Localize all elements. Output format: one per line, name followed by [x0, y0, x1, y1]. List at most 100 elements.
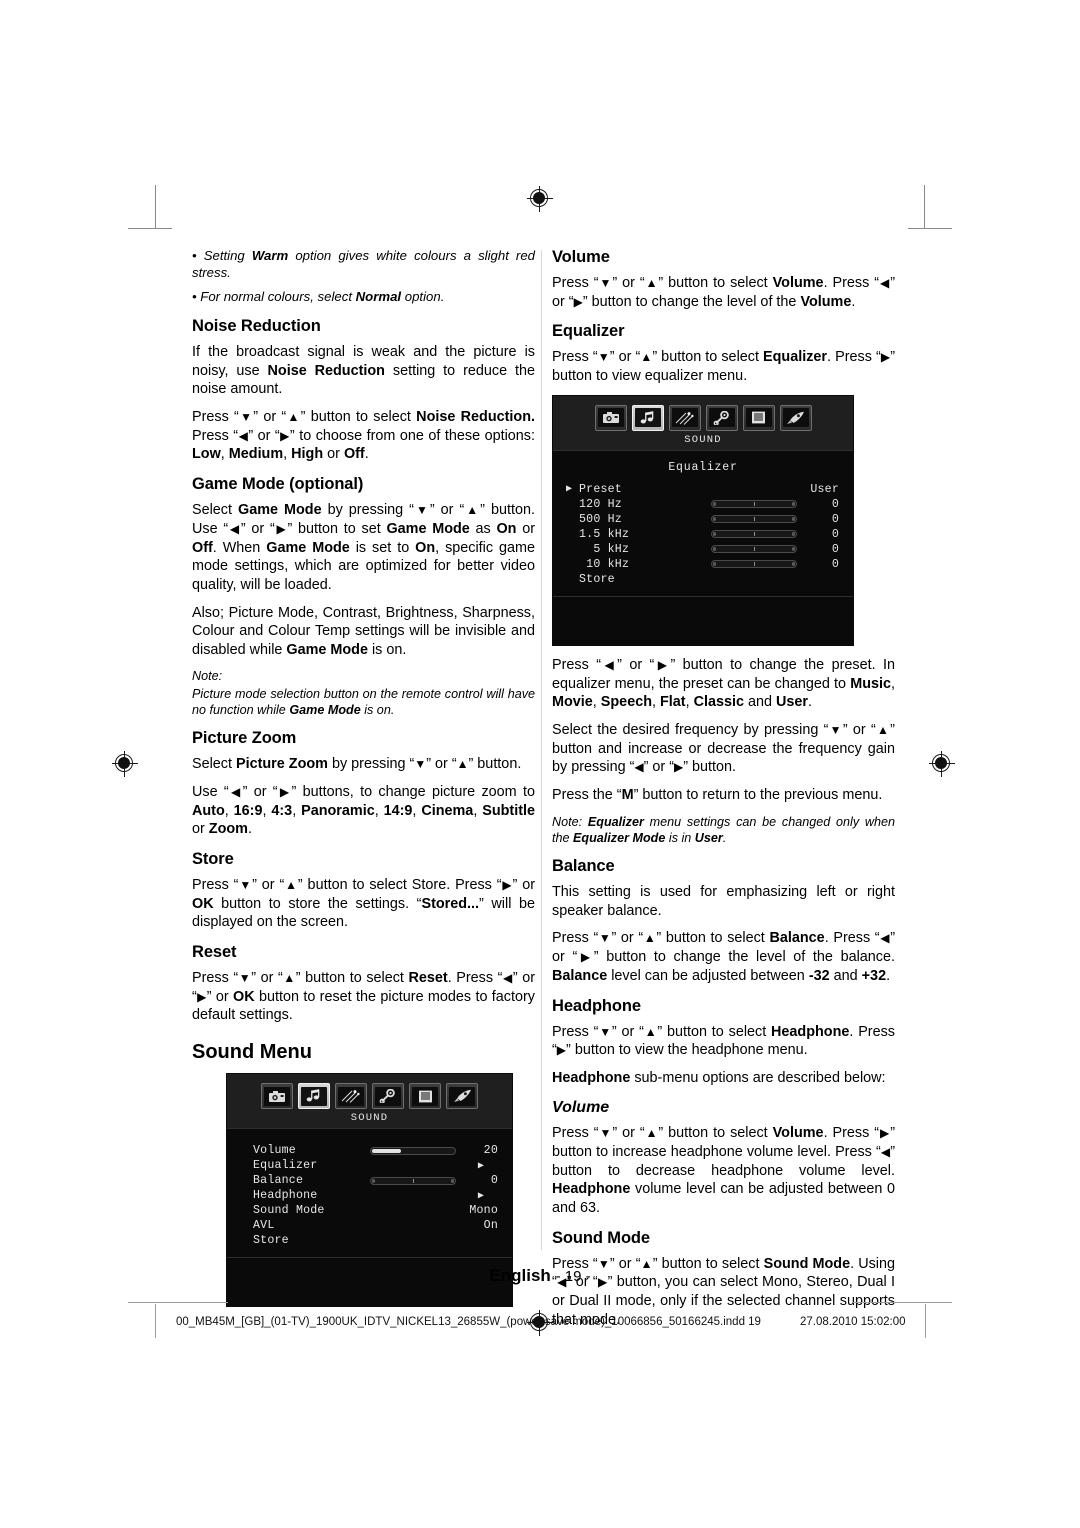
- osd-equalizer-footer: [553, 595, 853, 645]
- osd-equalizer-icon-bar: [553, 404, 853, 431]
- manual-page: • Setting Warm option gives white colour…: [0, 0, 1080, 1528]
- imprint-rule-left: [155, 1304, 156, 1338]
- osd-label-avl: AVL: [253, 1219, 275, 1233]
- heading-reset: Reset: [192, 943, 237, 962]
- osd-row-avl[interactable]: AVL On: [227, 1218, 512, 1233]
- osd-row-headphone[interactable]: Headphone ▶: [227, 1188, 512, 1203]
- osd-row-120hz[interactable]: 120 Hz 0: [553, 497, 853, 512]
- install-key-icon[interactable]: [705, 404, 738, 431]
- osd-label-1-5khz: 1.5 kHz: [579, 527, 630, 541]
- feature-comet-icon[interactable]: [335, 1083, 367, 1110]
- picture-camera-icon[interactable]: [261, 1083, 293, 1110]
- page-number: - 19 -: [555, 1268, 591, 1285]
- text-equalizer-2: Press “◀” or “▶” button to change the pr…: [552, 656, 896, 711]
- source-rocket-icon[interactable]: [446, 1083, 478, 1110]
- list-icon[interactable]: [409, 1083, 441, 1110]
- osd-label-balance: Balance: [253, 1174, 304, 1188]
- crop-mark-top-right-h: [908, 228, 952, 229]
- osd-row-eq-store[interactable]: Store: [553, 572, 853, 587]
- osd-slider-balance[interactable]: [370, 1176, 456, 1185]
- text-game-mode-1: Select Game Mode by pressing “▼” or “▲” …: [192, 502, 535, 593]
- bullet-warm-option: • Setting Warm option gives white colour…: [192, 248, 535, 280]
- heading-sound-menu: Sound Menu: [192, 1041, 312, 1064]
- text-headphone-volume-1: Press “▼” or “▲” button to select Volume…: [552, 1125, 895, 1217]
- osd-sound-menu-header: SOUND: [227, 1074, 512, 1130]
- osd-value-500hz: 0: [831, 512, 839, 526]
- heading-balance: Balance: [552, 857, 615, 876]
- heading-noise-reduction: Noise Reduction: [192, 316, 321, 335]
- osd-label-10khz: 10 kHz: [579, 557, 630, 571]
- heading-headphone: Headphone: [552, 996, 641, 1015]
- crop-mark-top-left-h: [128, 228, 172, 229]
- imprint-timestamp: 27.08.2010 15:02:00: [800, 1316, 906, 1328]
- page-footer: English - 19 -: [0, 1266, 1080, 1286]
- osd-label-sound-mode: Sound Mode: [253, 1204, 325, 1218]
- label-game-mode-note: Note:: [192, 668, 223, 683]
- registration-target-top: [527, 186, 553, 212]
- text-reset-1: Press “▼” or “▲” button to select Reset.…: [192, 970, 535, 1024]
- osd-sound-menu-body: Volume 20 Equalizer ▶ Balance 0 Headphon…: [227, 1129, 512, 1257]
- osd-label-volume: Volume: [253, 1144, 296, 1158]
- osd-label-equalizer: Equalizer: [253, 1159, 318, 1173]
- osd-row-500hz[interactable]: 500 Hz 0: [553, 512, 853, 527]
- feature-comet-icon[interactable]: [668, 404, 701, 431]
- text-equalizer-1: Press “▼” or “▲” button to select Equali…: [552, 349, 895, 385]
- osd-row-5khz[interactable]: 5 kHz 0: [553, 542, 853, 557]
- picture-camera-icon[interactable]: [594, 404, 627, 431]
- heading-picture-zoom: Picture Zoom: [192, 729, 297, 748]
- text-equalizer-4: Press the “M” button to return to the pr…: [552, 787, 883, 804]
- heading-volume: Volume: [552, 248, 610, 266]
- footer-language: English: [489, 1266, 551, 1285]
- sound-note-icon[interactable]: [631, 404, 664, 431]
- imprint-filename: 00_MB45M_[GB]_(01-TV)_1900UK_IDTV_NICKEL…: [176, 1316, 761, 1328]
- osd-value-avl: On: [483, 1219, 498, 1233]
- text-equalizer-3: Select the desired frequency by pressing…: [552, 721, 895, 776]
- osd-row-volume[interactable]: Volume 20: [227, 1143, 512, 1158]
- source-rocket-icon[interactable]: [779, 404, 812, 431]
- list-icon[interactable]: [742, 404, 775, 431]
- osd-slider-10khz[interactable]: [711, 560, 797, 569]
- crop-mark-top-right-v: [924, 185, 925, 229]
- osd-row-preset[interactable]: ▶ Preset User: [553, 482, 853, 497]
- text-picture-zoom-2: Use “◀” or “▶” buttons, to change pictur…: [192, 783, 535, 838]
- osd-label-headphone: Headphone: [253, 1189, 318, 1203]
- text-noise-reduction-2: Press “▼” or “▲” button to select Noise …: [192, 409, 535, 463]
- osd-slider-120hz[interactable]: [711, 500, 797, 509]
- imprint-rule-right: [925, 1304, 926, 1338]
- left-column: • Setting Warm option gives white colour…: [192, 248, 535, 1317]
- column-divider: [541, 250, 542, 1250]
- osd-row-balance[interactable]: Balance 0: [227, 1173, 512, 1188]
- osd-value-10khz: 0: [831, 557, 839, 571]
- osd-slider-1-5khz[interactable]: [711, 530, 797, 539]
- text-volume-1: Press “▼” or “▲” button to select Volume…: [552, 274, 895, 310]
- text-equalizer-note: Note: Equalizer menu settings can be cha…: [552, 814, 895, 845]
- osd-sound-menu-tab-label: SOUND: [350, 1112, 389, 1125]
- crop-mark-top-left-v: [155, 185, 156, 229]
- right-column: Volume Press “▼” or “▲” button to select…: [552, 248, 895, 1330]
- osd-value-preset: User: [810, 482, 839, 496]
- bullet-normal-option: • For normal colours, select Normal opti…: [192, 289, 445, 305]
- osd-equalizer-title: Equalizer: [668, 460, 738, 474]
- sound-note-icon[interactable]: [298, 1083, 330, 1110]
- text-headphone-1: Press “▼” or “▲” button to select Headph…: [552, 1023, 895, 1059]
- heading-game-mode: Game Mode (optional): [192, 475, 364, 494]
- osd-row-equalizer[interactable]: Equalizer ▶: [227, 1158, 512, 1173]
- osd-row-10khz[interactable]: 10 kHz 0: [553, 557, 853, 572]
- osd-slider-5khz[interactable]: [711, 545, 797, 554]
- osd-row-sound-mode[interactable]: Sound Mode Mono: [227, 1203, 512, 1218]
- osd-equalizer-tab-label: SOUND: [684, 433, 722, 446]
- osd-value-120hz: 0: [831, 497, 839, 511]
- osd-label-5khz: 5 kHz: [579, 542, 630, 556]
- osd-value-5khz: 0: [831, 542, 839, 556]
- osd-row-1-5khz[interactable]: 1.5 kHz 0: [553, 527, 853, 542]
- osd-label-preset: Preset: [579, 482, 622, 496]
- osd-slider-500hz[interactable]: [711, 515, 797, 524]
- osd-equalizer-header: SOUND: [553, 395, 853, 451]
- text-game-mode-note: Picture mode selection button on the rem…: [192, 686, 535, 717]
- osd-label-store: Store: [253, 1234, 289, 1248]
- osd-row-store[interactable]: Store: [227, 1233, 512, 1248]
- install-key-icon[interactable]: [372, 1083, 404, 1110]
- text-noise-reduction-1: If the broadcast signal is weak and the …: [192, 343, 535, 398]
- osd-slider-volume[interactable]: [370, 1146, 456, 1155]
- osd-equalizer: SOUND Equalizer ▶ Preset User 120 Hz 0 5: [552, 394, 854, 646]
